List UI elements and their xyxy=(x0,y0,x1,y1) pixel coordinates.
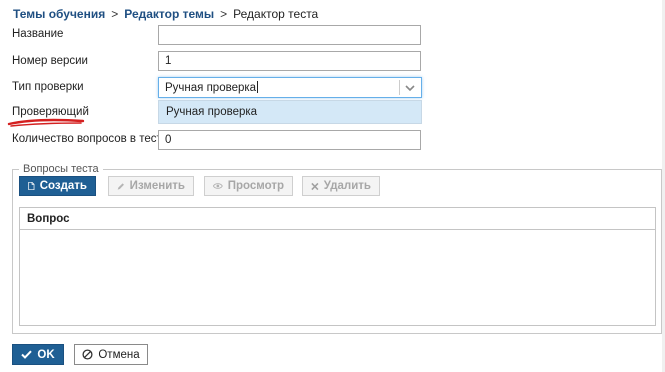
check-type-option[interactable]: Ручная проверка xyxy=(166,106,257,118)
view-button-label: Просмотр xyxy=(227,180,284,192)
check-type-label: Тип проверки xyxy=(12,81,84,93)
edit-button-label: Изменить xyxy=(129,180,185,192)
cancel-button-label: Отмена xyxy=(98,348,140,361)
cancel-button[interactable]: Отмена xyxy=(74,344,148,365)
file-icon xyxy=(28,181,35,191)
chevron-down-icon[interactable] xyxy=(403,81,417,95)
delete-button-label: Удалить xyxy=(323,180,371,192)
ban-icon xyxy=(82,349,93,360)
question-count-input[interactable] xyxy=(158,130,421,150)
delete-button[interactable]: Удалить xyxy=(302,176,380,196)
breadcrumb-separator: > xyxy=(220,7,228,21)
version-label: Номер версии xyxy=(12,55,88,67)
edit-button[interactable]: Изменить xyxy=(108,176,194,196)
ok-button[interactable]: OK xyxy=(12,344,64,365)
check-type-select[interactable]: Ручная проверка xyxy=(158,77,422,98)
breadcrumb-link-topic-editor[interactable]: Редактор темы xyxy=(124,7,214,21)
eye-icon xyxy=(213,183,223,189)
create-button-label: Создать xyxy=(39,180,87,192)
name-input[interactable] xyxy=(158,25,421,45)
questions-grid: Вопрос xyxy=(19,207,656,326)
breadcrumb: Темы обучения > Редактор темы > Редактор тес… xyxy=(13,7,318,21)
check-type-selected-value: Ручная проверка xyxy=(165,82,257,94)
breadcrumb-current: Редактор теста xyxy=(233,7,319,21)
column-header-question[interactable]: Вопрос xyxy=(20,208,655,230)
questions-legend: Вопросы теста xyxy=(23,163,99,175)
view-button[interactable]: Просмотр xyxy=(204,176,293,196)
name-label: Название xyxy=(12,28,64,40)
check-type-dropdown: Ручная проверка xyxy=(158,100,422,124)
breadcrumb-link-topics[interactable]: Темы обучения xyxy=(13,7,105,21)
close-icon xyxy=(311,182,319,190)
breadcrumb-separator: > xyxy=(111,7,119,21)
create-button[interactable]: Создать xyxy=(19,176,96,196)
red-underline-annotation xyxy=(7,118,85,127)
check-icon xyxy=(21,350,33,359)
ok-button-label: OK xyxy=(37,348,55,361)
version-input[interactable] xyxy=(158,51,421,71)
question-count-label: Количество вопросов в тесте xyxy=(12,133,169,145)
pencil-icon xyxy=(117,182,124,190)
